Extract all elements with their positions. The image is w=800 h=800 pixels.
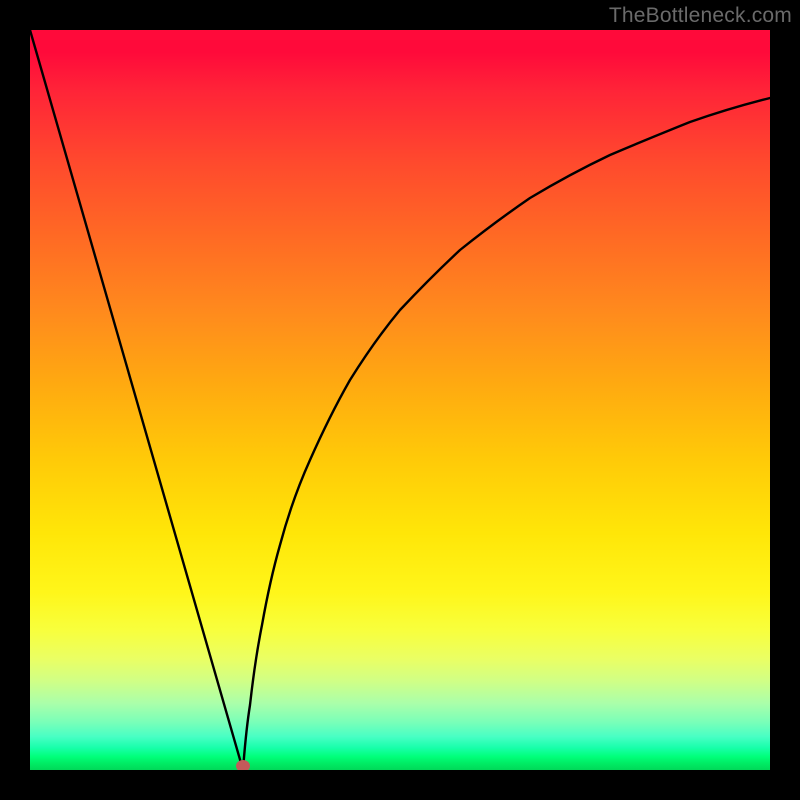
curve-right-branch xyxy=(243,98,770,770)
curve-left-branch xyxy=(30,30,243,770)
watermark-text: TheBottleneck.com xyxy=(609,4,792,28)
plot-area xyxy=(30,30,770,770)
vertex-marker xyxy=(236,760,250,770)
chart-frame: TheBottleneck.com xyxy=(0,0,800,800)
bottleneck-curve xyxy=(30,30,770,770)
